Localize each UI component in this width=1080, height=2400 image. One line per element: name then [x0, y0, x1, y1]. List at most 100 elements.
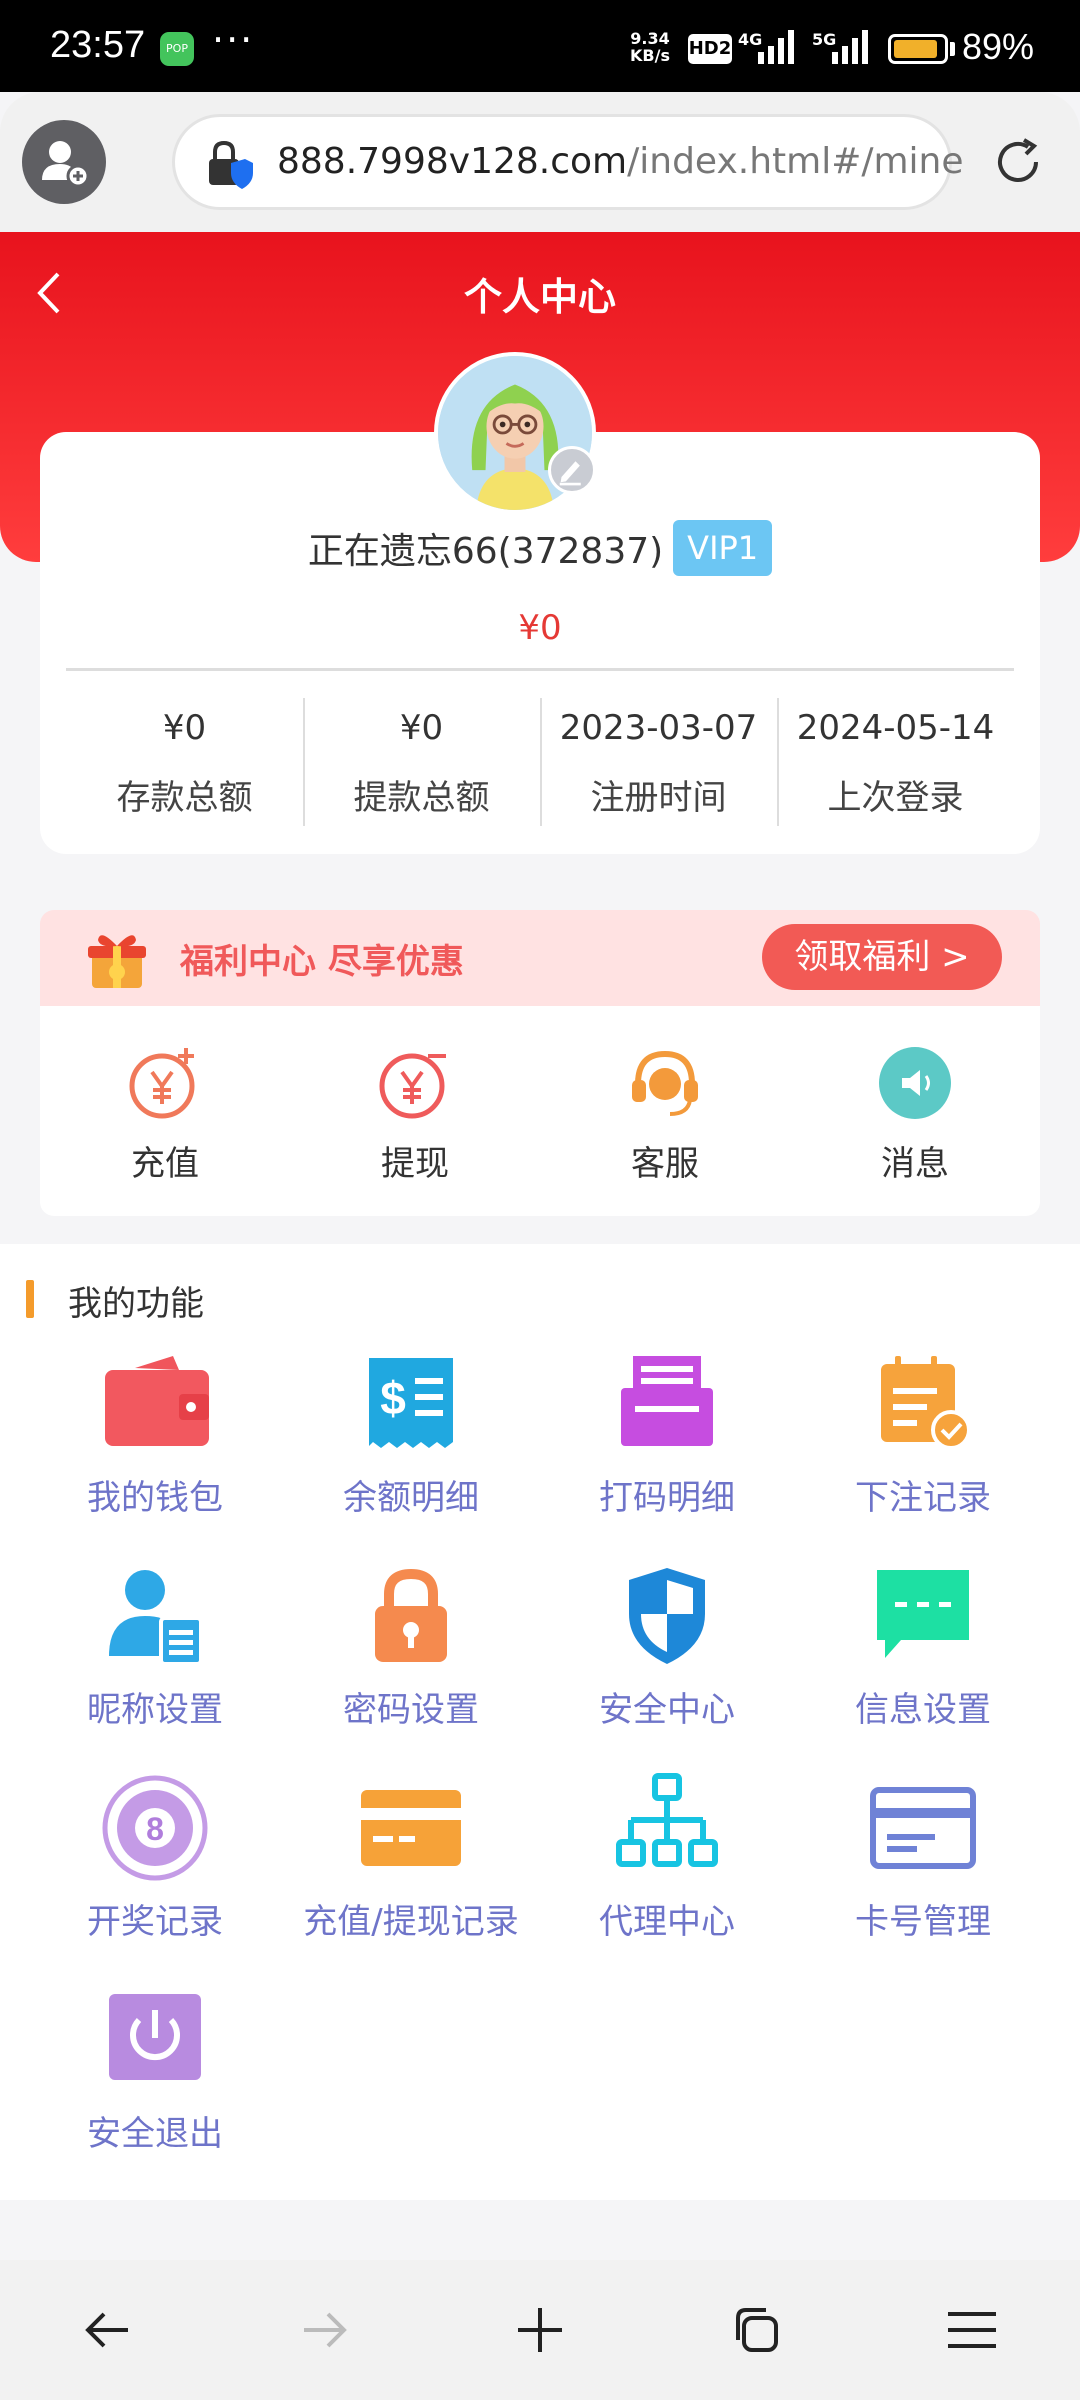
claim-welfare-button[interactable]: 领取福利 >	[762, 924, 1002, 990]
function-wallet[interactable]: 我的钱包	[20, 1344, 290, 1556]
address-bar[interactable]: 888.7998v128.com/index.html#/mine	[172, 114, 964, 210]
function-recharge-withdraw-record[interactable]: 充值/提现记录	[276, 1768, 546, 1980]
incognito-user-icon	[42, 141, 90, 188]
function-card-management[interactable]: 卡号管理	[788, 1768, 1058, 1980]
function-logout[interactable]: 安全退出	[20, 1980, 290, 2192]
function-label: 昵称设置	[87, 1690, 223, 1730]
function-security-center[interactable]: 安全中心	[532, 1556, 802, 1768]
nav-new-tab-button[interactable]	[432, 2260, 648, 2400]
recharge-icon	[129, 1048, 195, 1119]
secure-lock-icon	[209, 140, 253, 189]
recharge-button[interactable]: 充值	[40, 1006, 290, 1216]
function-label: 信息设置	[855, 1690, 991, 1730]
reload-icon[interactable]	[988, 132, 1048, 192]
battery-icon	[888, 34, 948, 64]
shield-icon	[629, 1568, 705, 1664]
section-title-text: 我的功能	[68, 1284, 204, 1324]
url-host: 888.7998v128.com	[277, 141, 628, 182]
username: 正在遗忘66(372837)	[307, 531, 664, 572]
function-agent-center[interactable]: 代理中心	[532, 1768, 802, 1980]
browser-toolbar: 888.7998v128.com/index.html#/mine	[0, 92, 1080, 232]
stat-last-login: 2024-05-14 上次登录	[777, 694, 1014, 830]
function-label: 代理中心	[599, 1902, 735, 1942]
svg-text:$: $	[380, 1372, 406, 1424]
power-icon	[109, 1994, 201, 2080]
battery-fill	[894, 40, 937, 58]
browser-bottom-nav	[0, 2260, 1080, 2400]
function-code-detail[interactable]: 打码明细	[532, 1344, 802, 1556]
signal-5g-icon	[832, 30, 868, 64]
stat-register-date: 2023-03-07 注册时间	[540, 694, 777, 830]
nav-forward-button[interactable]	[216, 2260, 432, 2400]
bank-card-icon	[870, 1787, 976, 1869]
clipboard-check-icon	[881, 1356, 971, 1450]
hd-voice-icon: HD2	[688, 34, 732, 64]
stat-deposit-total: ¥0 存款总额	[66, 694, 303, 830]
divider	[66, 668, 1014, 671]
signal-4g-icon	[758, 30, 794, 64]
message-label: 消息	[881, 1144, 949, 1184]
recharge-label: 充值	[131, 1144, 199, 1184]
stat-value: 2024-05-14	[796, 708, 995, 748]
function-lottery-record[interactable]: 8 开奖记录	[20, 1768, 290, 1980]
network-speed: 9.34 KB/s	[630, 30, 670, 64]
browser-profile-button[interactable]	[22, 120, 106, 204]
lock-icon	[375, 1568, 447, 1662]
function-label: 卡号管理	[855, 1902, 991, 1942]
message-icon	[879, 1047, 951, 1119]
back-icon	[85, 2312, 128, 2348]
status-bar: 23:57 POP ··· 9.34 KB/s HD2 4G 5G 89%	[0, 0, 1080, 92]
account-stats: ¥0 存款总额 ¥0 提款总额 2023-03-07 注册时间 2024-05-…	[66, 694, 1014, 830]
network-speed-value: 9.34	[630, 29, 670, 48]
vip-badge: VIP1	[673, 520, 773, 576]
username-row: 正在遗忘66(372837) VIP1	[0, 520, 1080, 576]
url-text: 888.7998v128.com/index.html#/mine	[277, 141, 964, 182]
forward-icon	[304, 2312, 347, 2348]
function-balance-detail[interactable]: $ 余额明细	[276, 1344, 546, 1556]
menu-icon	[948, 2312, 996, 2348]
message-button[interactable]: 消息	[790, 1006, 1040, 1216]
function-label: 打码明细	[599, 1478, 735, 1518]
avatar-edit-icon[interactable]	[548, 446, 596, 494]
function-label: 开奖记录	[87, 1902, 223, 1942]
network-speed-unit: KB/s	[630, 46, 670, 65]
stat-value: ¥0	[399, 708, 444, 748]
quick-actions: 充值 提现 客服 消息	[40, 1006, 1040, 1216]
function-bet-record[interactable]: 下注记录	[788, 1344, 1058, 1556]
app-notification-icon: POP	[160, 32, 194, 66]
function-label: 余额明细	[343, 1478, 479, 1518]
withdraw-button[interactable]: 提现	[290, 1006, 540, 1216]
user-card-icon	[109, 1570, 203, 1666]
chat-bubble-icon	[877, 1570, 969, 1658]
nav-menu-button[interactable]	[864, 2260, 1080, 2400]
stat-withdraw-total: ¥0 提款总额	[303, 694, 540, 830]
lottery-ball-icon: 8	[102, 1775, 208, 1881]
customer-service-button[interactable]: 客服	[540, 1006, 790, 1216]
welfare-text: 福利中心 尽享优惠	[180, 942, 464, 982]
withdraw-label: 提现	[381, 1144, 449, 1184]
stat-label: 存款总额	[116, 778, 253, 818]
clock: 23:57	[50, 24, 146, 66]
hierarchy-icon	[616, 1773, 718, 1867]
section-accent-bar	[26, 1280, 34, 1318]
stat-label: 上次登录	[827, 778, 964, 818]
battery-percentage: 89%	[962, 26, 1035, 67]
function-label: 下注记录	[855, 1478, 991, 1518]
nav-tabs-button[interactable]	[648, 2260, 864, 2400]
function-nickname-settings[interactable]: 昵称设置	[20, 1556, 290, 1768]
function-info-settings[interactable]: 信息设置	[788, 1556, 1058, 1768]
nav-back-button[interactable]	[0, 2260, 216, 2400]
card-icon	[361, 1790, 461, 1866]
gift-box-icon	[88, 935, 146, 988]
stat-value: ¥0	[162, 708, 207, 748]
function-label: 安全中心	[599, 1690, 735, 1730]
welfare-banner[interactable]: 福利中心 尽享优惠 领取福利 >	[40, 910, 1040, 1006]
function-password-settings[interactable]: 密码设置	[276, 1556, 546, 1768]
url-path: /index.html#/mine	[627, 141, 964, 182]
wallet-icon	[105, 1356, 209, 1446]
battery-tip	[950, 42, 955, 56]
function-label: 我的钱包	[87, 1478, 223, 1518]
printer-icon	[621, 1356, 713, 1446]
stat-label: 提款总额	[353, 778, 490, 818]
stat-value: 2023-03-07	[559, 708, 758, 748]
